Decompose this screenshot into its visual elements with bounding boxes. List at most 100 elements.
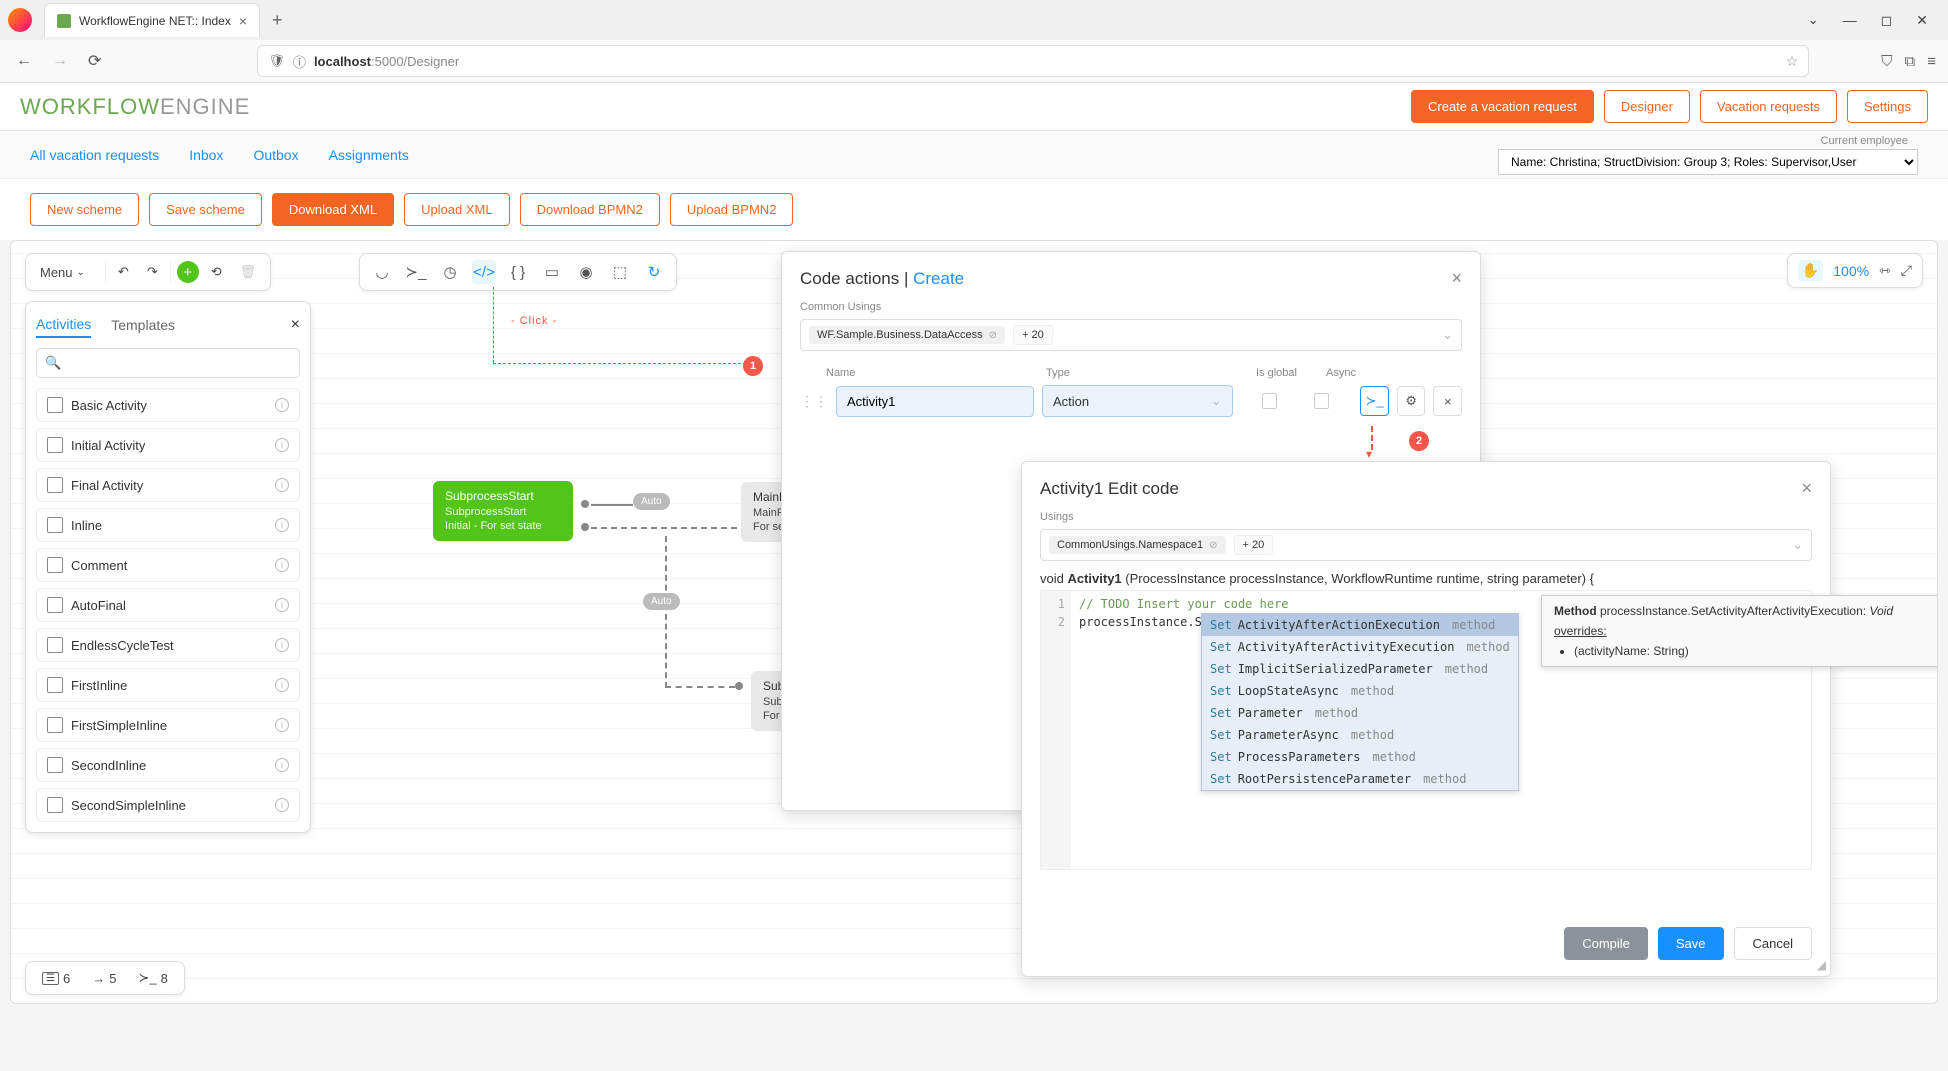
upload-bpmn-button[interactable]: Upload BPMN2 bbox=[670, 193, 794, 226]
forward-button[interactable]: → bbox=[48, 48, 72, 74]
is-global-checkbox[interactable] bbox=[1262, 393, 1277, 409]
close-window-icon[interactable]: ✕ bbox=[1916, 12, 1928, 29]
code-icon[interactable]: </> bbox=[472, 260, 496, 284]
add-button[interactable]: + bbox=[177, 261, 199, 283]
close-icon[interactable]: × bbox=[1801, 478, 1812, 499]
nav-outbox[interactable]: Outbox bbox=[253, 147, 298, 163]
activity-item[interactable]: SecondInlinei bbox=[36, 748, 300, 782]
nav-all-requests[interactable]: All vacation requests bbox=[30, 147, 159, 163]
stat-transitions[interactable]: → 5 bbox=[86, 968, 122, 988]
activity-item[interactable]: EndlessCycleTesti bbox=[36, 628, 300, 662]
vacation-requests-button[interactable]: Vacation requests bbox=[1700, 90, 1837, 123]
activity-item[interactable]: Final Activityi bbox=[36, 468, 300, 502]
employee-select[interactable]: Name: Christina; StructDivision: Group 3… bbox=[1498, 149, 1918, 175]
history-icon[interactable]: ↻ bbox=[642, 260, 666, 284]
activity-item[interactable]: Initial Activityi bbox=[36, 428, 300, 462]
stat-activities[interactable]: ☰ 6 bbox=[36, 968, 76, 988]
resize-grip-icon[interactable]: ◢ bbox=[1817, 958, 1826, 972]
activity-item[interactable]: FirstInlinei bbox=[36, 668, 300, 702]
autocomplete-item[interactable]: SetActivityAfterActivityExecutionmethod bbox=[1202, 636, 1518, 658]
new-scheme-button[interactable]: New scheme bbox=[30, 193, 139, 226]
play-icon[interactable]: ◉ bbox=[574, 260, 598, 284]
zoom-percent[interactable]: 100% bbox=[1833, 263, 1869, 279]
autocomplete-popup[interactable]: SetActivityAfterActionExecutionmethodSet… bbox=[1201, 613, 1519, 791]
maximize-icon[interactable]: ◻ bbox=[1881, 12, 1893, 29]
browser-tab[interactable]: WorkflowEngine NET:: Index × bbox=[44, 3, 260, 37]
link-icon[interactable]: ⟲ bbox=[205, 260, 228, 284]
save-button[interactable]: Save bbox=[1658, 927, 1724, 960]
common-usings-field[interactable]: WF.Sample.Business.DataAccess⊘ + 20 ⌄ bbox=[800, 319, 1462, 351]
redo-button[interactable]: ↷ bbox=[141, 260, 164, 284]
nav-assignments[interactable]: Assignments bbox=[329, 147, 409, 163]
drag-handle-icon[interactable]: ⋮⋮ bbox=[800, 393, 828, 410]
minimize-icon[interactable]: — bbox=[1843, 12, 1857, 29]
action-name-input[interactable] bbox=[836, 386, 1034, 417]
compile-button[interactable]: Compile bbox=[1564, 927, 1648, 960]
info-icon[interactable]: i bbox=[275, 798, 289, 812]
nav-inbox[interactable]: Inbox bbox=[189, 147, 223, 163]
close-icon[interactable]: × bbox=[239, 13, 247, 29]
info-icon[interactable]: i bbox=[275, 558, 289, 572]
more-tags[interactable]: + 20 bbox=[1234, 535, 1274, 555]
info-icon[interactable]: i bbox=[275, 758, 289, 772]
undo-button[interactable]: ↶ bbox=[112, 260, 135, 284]
clock-icon[interactable]: ◷ bbox=[438, 260, 462, 284]
port-icon[interactable] bbox=[581, 500, 589, 508]
info-icon[interactable]: i bbox=[275, 518, 289, 532]
info-icon[interactable]: i bbox=[275, 638, 289, 652]
hand-icon[interactable]: ✋ bbox=[1798, 260, 1823, 281]
designer-button[interactable]: Designer bbox=[1604, 90, 1690, 123]
settings-row-button[interactable]: ⚙ bbox=[1397, 386, 1426, 416]
info-icon[interactable]: i bbox=[275, 398, 289, 412]
autocomplete-item[interactable]: SetRootPersistenceParametermethod bbox=[1202, 768, 1518, 790]
activity-item[interactable]: FirstSimpleInlinei bbox=[36, 708, 300, 742]
chevron-down-icon[interactable]: ⌄ bbox=[1808, 12, 1819, 29]
activity-item[interactable]: AutoFinali bbox=[36, 588, 300, 622]
close-icon[interactable]: × bbox=[1451, 268, 1462, 289]
braces-icon[interactable]: { } bbox=[506, 260, 530, 284]
activity-item[interactable]: Inlinei bbox=[36, 508, 300, 542]
fit-width-icon[interactable]: ⇿ bbox=[1879, 262, 1891, 279]
autocomplete-item[interactable]: SetParameterAsyncmethod bbox=[1202, 724, 1518, 746]
port-icon[interactable] bbox=[581, 523, 589, 531]
async-checkbox[interactable] bbox=[1314, 393, 1329, 409]
tab-activities[interactable]: Activities bbox=[36, 312, 91, 338]
info-icon[interactable]: i bbox=[275, 678, 289, 692]
monitor-icon[interactable]: ▭ bbox=[540, 260, 564, 284]
close-panel-icon[interactable]: × bbox=[291, 316, 300, 334]
menu-icon[interactable]: ≡ bbox=[1927, 53, 1936, 70]
bookmark-star-icon[interactable]: ☆ bbox=[1786, 53, 1799, 70]
upload-xml-button[interactable]: Upload XML bbox=[404, 193, 510, 226]
terminal-icon[interactable]: ≻_ bbox=[404, 260, 428, 284]
action-type-select[interactable]: Action⌄ bbox=[1042, 385, 1233, 417]
edit-code-button[interactable]: ≻_ bbox=[1360, 386, 1389, 416]
save-scheme-button[interactable]: Save scheme bbox=[149, 193, 262, 226]
address-bar[interactable]: 🛡 ⓘ localhost:5000/Designer ☆ bbox=[257, 45, 1809, 77]
activity-item[interactable]: Basic Activityi bbox=[36, 388, 300, 422]
fullscreen-icon[interactable]: ⤢ bbox=[1901, 262, 1912, 279]
download-bpmn-button[interactable]: Download BPMN2 bbox=[520, 193, 660, 226]
activity-item[interactable]: Commenti bbox=[36, 548, 300, 582]
activity-item[interactable]: SecondSimpleInlinei bbox=[36, 788, 300, 822]
autocomplete-item[interactable]: SetImplicitSerializedParametermethod bbox=[1202, 658, 1518, 680]
autocomplete-item[interactable]: SetParametermethod bbox=[1202, 702, 1518, 724]
select-icon[interactable]: ⬚ bbox=[608, 260, 632, 284]
designer-canvas[interactable]: Menu ⌄ ↶ ↷ + ⟲ 🗑 ◡ ≻_ ◷ </> { } ▭ ◉ ⬚ ↻ … bbox=[10, 240, 1938, 1004]
download-xml-button[interactable]: Download XML bbox=[272, 193, 394, 226]
pocket-icon[interactable]: ⛉ bbox=[1881, 53, 1892, 70]
usings-field[interactable]: CommonUsings.Namespace1⊘ + 20 ⌄ bbox=[1040, 529, 1812, 561]
reload-button[interactable]: ⟳ bbox=[84, 47, 105, 75]
autocomplete-item[interactable]: SetActivityAfterActionExecutionmethod bbox=[1202, 614, 1518, 636]
autocomplete-item[interactable]: SetLoopStateAsyncmethod bbox=[1202, 680, 1518, 702]
extensions-icon[interactable]: ⧉ bbox=[1905, 53, 1916, 70]
node-subprocess-start[interactable]: SubprocessStart SubprocessStart Initial … bbox=[433, 481, 573, 541]
remove-tag-icon[interactable]: ⊘ bbox=[1209, 540, 1217, 551]
stat-commands[interactable]: ≻_ 8 bbox=[132, 968, 173, 988]
port-icon[interactable] bbox=[735, 682, 743, 690]
create-request-button[interactable]: Create a vacation request bbox=[1411, 90, 1594, 123]
info-icon[interactable]: i bbox=[275, 718, 289, 732]
info-icon[interactable]: i bbox=[275, 438, 289, 452]
info-icon[interactable]: i bbox=[275, 598, 289, 612]
tab-templates[interactable]: Templates bbox=[111, 313, 175, 337]
menu-dropdown[interactable]: Menu ⌄ bbox=[34, 261, 99, 284]
